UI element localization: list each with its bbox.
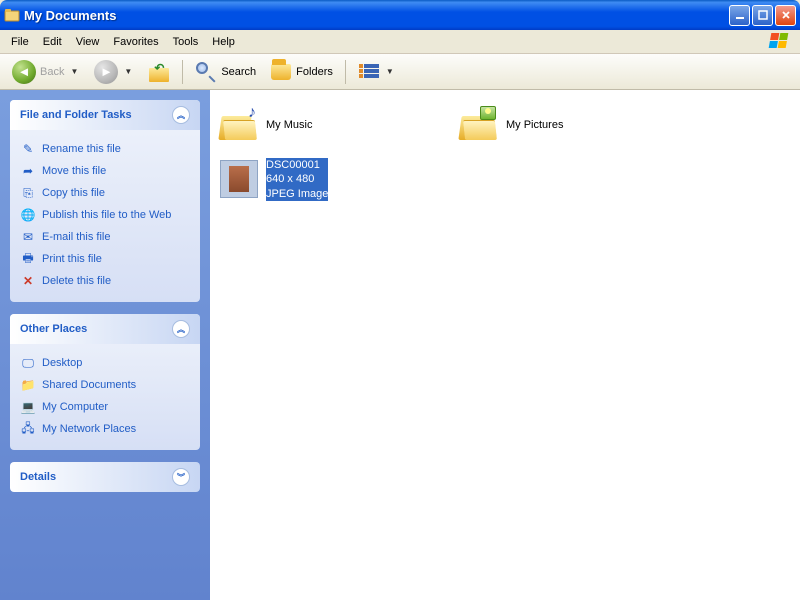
desktop-icon: 🖵 [20, 355, 36, 371]
places-panel-header[interactable]: Other Places ︽ [10, 314, 200, 344]
back-label: Back [40, 66, 64, 78]
folder-icon [4, 7, 20, 23]
folder-icon: 📁 [20, 377, 36, 393]
windows-logo-icon [770, 33, 790, 51]
email-icon: ✉ [20, 229, 36, 245]
chevron-down-icon: ▼ [384, 67, 396, 76]
delete-icon: ✕ [20, 273, 36, 289]
place-computer[interactable]: 💻My Computer [20, 396, 190, 418]
places-panel-title: Other Places [20, 323, 87, 335]
chevron-down-icon: ︾ [172, 468, 190, 486]
pictures-folder-icon [458, 104, 500, 146]
search-button[interactable]: Search [189, 57, 262, 87]
details-panel: Details ︾ [10, 462, 200, 492]
place-shared[interactable]: 📁Shared Documents [20, 374, 190, 396]
task-email[interactable]: ✉E-mail this file [20, 226, 190, 248]
details-panel-header[interactable]: Details ︾ [10, 462, 200, 492]
maximize-button[interactable] [752, 5, 773, 26]
move-icon: ➦ [20, 163, 36, 179]
up-button[interactable]: ↶ [142, 58, 176, 86]
network-icon: 🖧 [20, 421, 36, 437]
tasks-panel: File and Folder Tasks ︽ ✎Rename this fil… [10, 100, 200, 302]
separator [182, 60, 183, 84]
window-title: My Documents [24, 8, 729, 23]
search-icon [195, 61, 217, 83]
folder-my-music[interactable]: ♪ My Music [216, 102, 456, 148]
separator [345, 60, 346, 84]
task-print[interactable]: 🖶Print this file [20, 248, 190, 270]
task-copy[interactable]: ⎘Copy this file [20, 182, 190, 204]
computer-icon: 💻 [20, 399, 36, 415]
titlebar: My Documents [0, 0, 800, 30]
menu-edit[interactable]: Edit [36, 33, 69, 51]
chevron-down-icon: ▼ [68, 67, 80, 76]
item-label: My Pictures [506, 118, 563, 132]
folder-up-icon: ↶ [148, 62, 170, 82]
rename-icon: ✎ [20, 141, 36, 157]
file-list[interactable]: ♪ My Music My Pictures DSC00001 640 x 48… [210, 90, 800, 600]
chevron-up-icon: ︽ [172, 106, 190, 124]
close-button[interactable] [775, 5, 796, 26]
folders-label: Folders [296, 66, 333, 78]
task-move[interactable]: ➦Move this file [20, 160, 190, 182]
menu-file[interactable]: File [4, 33, 36, 51]
back-arrow-icon: ◄ [12, 60, 36, 84]
task-delete[interactable]: ✕Delete this file [20, 270, 190, 292]
file-dsc00001[interactable]: DSC00001 640 x 480 JPEG Image [216, 156, 456, 203]
chevron-down-icon: ▼ [122, 67, 134, 76]
back-button[interactable]: ◄ Back ▼ [6, 56, 86, 88]
chevron-up-icon: ︽ [172, 320, 190, 338]
folder-my-pictures[interactable]: My Pictures [456, 102, 696, 148]
menubar: File Edit View Favorites Tools Help [0, 30, 800, 54]
folders-icon [270, 61, 292, 83]
task-rename[interactable]: ✎Rename this file [20, 138, 190, 160]
menu-view[interactable]: View [69, 33, 107, 51]
image-thumbnail-icon [218, 158, 260, 200]
details-panel-title: Details [20, 471, 56, 483]
tasks-panel-title: File and Folder Tasks [20, 109, 132, 121]
toolbar: ◄ Back ▼ ► ▼ ↶ Search Folders ▼ [0, 54, 800, 90]
place-desktop[interactable]: 🖵Desktop [20, 352, 190, 374]
views-icon [358, 61, 380, 83]
item-label: My Music [266, 118, 312, 132]
item-label: DSC00001 640 x 480 JPEG Image [266, 158, 328, 201]
menu-tools[interactable]: Tools [166, 33, 206, 51]
forward-button[interactable]: ► ▼ [88, 56, 140, 88]
search-label: Search [221, 66, 256, 78]
folders-button[interactable]: Folders [264, 57, 339, 87]
place-network[interactable]: 🖧My Network Places [20, 418, 190, 440]
sidebar: File and Folder Tasks ︽ ✎Rename this fil… [0, 90, 210, 600]
places-panel: Other Places ︽ 🖵Desktop 📁Shared Document… [10, 314, 200, 450]
task-publish[interactable]: 🌐Publish this file to the Web [20, 204, 190, 226]
menu-help[interactable]: Help [205, 33, 242, 51]
menu-favorites[interactable]: Favorites [106, 33, 165, 51]
minimize-button[interactable] [729, 5, 750, 26]
music-folder-icon: ♪ [218, 104, 260, 146]
globe-icon: 🌐 [20, 207, 36, 223]
copy-icon: ⎘ [20, 185, 36, 201]
views-button[interactable]: ▼ [352, 57, 402, 87]
tasks-panel-header[interactable]: File and Folder Tasks ︽ [10, 100, 200, 130]
forward-arrow-icon: ► [94, 60, 118, 84]
print-icon: 🖶 [20, 251, 36, 267]
